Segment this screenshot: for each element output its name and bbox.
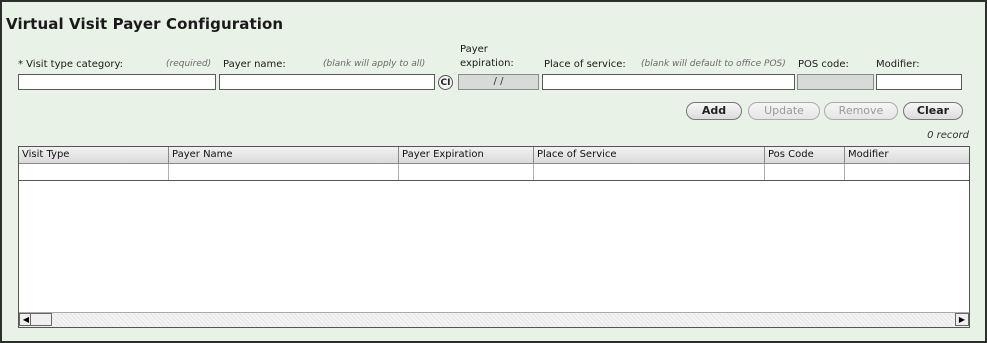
pos-code-label: POS code: (798, 59, 849, 70)
column-header-place-of-service[interactable]: Place of Service (534, 147, 765, 163)
table-cell (399, 164, 534, 180)
scrollbar-thumb[interactable] (30, 313, 52, 326)
place-of-service-hint: (blank will default to office POS) (641, 59, 786, 69)
table-cell (534, 164, 765, 180)
column-header-payer-name[interactable]: Payer Name (169, 147, 399, 163)
column-header-modifier[interactable]: Modifier (845, 147, 969, 163)
remove-button[interactable]: Remove (824, 102, 898, 120)
table-cell (765, 164, 845, 180)
column-header-payer-expiration[interactable]: Payer Expiration (399, 147, 534, 163)
modifier-label: Modifier: (876, 59, 920, 70)
config-panel: Virtual Visit Payer Configuration * Visi… (0, 0, 987, 343)
add-button[interactable]: Add (686, 102, 742, 120)
payer-name-label: Payer name: (223, 59, 286, 70)
horizontal-scrollbar[interactable]: ◀ ▶ (19, 312, 969, 327)
table-header: Visit Type Payer Name Payer Expiration P… (19, 147, 969, 164)
table-cell (19, 164, 169, 180)
results-table: Visit Type Payer Name Payer Expiration P… (18, 146, 970, 328)
record-count: 0 record (927, 130, 969, 141)
visit-type-input[interactable] (18, 74, 216, 90)
payer-expiration-label-line2: expiration: (460, 58, 514, 69)
payer-expiration-input[interactable]: / / (458, 74, 539, 90)
modifier-input[interactable] (876, 74, 962, 90)
update-button[interactable]: Update (748, 102, 820, 120)
payer-expiration-label-line1: Payer (460, 44, 488, 55)
visit-type-label: * Visit type category: (18, 59, 124, 70)
payer-name-input[interactable] (219, 74, 435, 90)
column-header-visit-type[interactable]: Visit Type (19, 147, 169, 163)
place-of-service-label: Place of service: (544, 59, 626, 70)
payer-name-hint: (blank will apply to all) (323, 59, 426, 69)
pos-code-input (797, 74, 874, 90)
table-row[interactable] (19, 164, 969, 181)
page-title: Virtual Visit Payer Configuration (6, 15, 284, 33)
visit-type-hint: (required) (166, 59, 212, 69)
column-header-pos-code[interactable]: Pos Code (765, 147, 845, 163)
ci-button[interactable]: CI (438, 75, 453, 90)
table-cell (845, 164, 969, 180)
scroll-right-arrow-icon[interactable]: ▶ (955, 313, 969, 326)
clear-button[interactable]: Clear (903, 102, 963, 120)
place-of-service-input[interactable] (542, 74, 795, 90)
table-cell (169, 164, 399, 180)
